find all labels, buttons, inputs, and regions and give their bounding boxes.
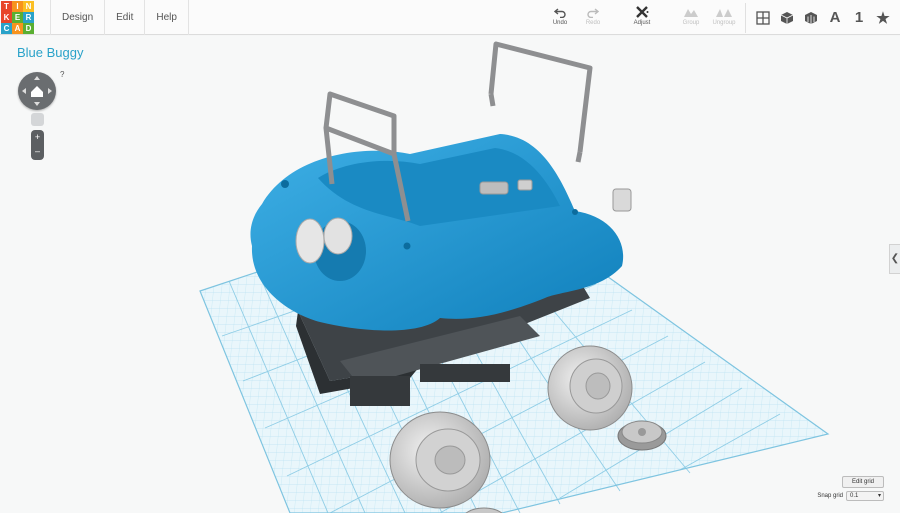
snap-grid-label: Snap grid [817,493,843,499]
letter-shapes-icon[interactable]: A [824,7,846,29]
logo-letter: A [12,23,23,34]
front-wheel[interactable] [389,411,491,509]
grid-view-icon[interactable] [752,7,774,29]
logo-letter: N [23,1,34,12]
main-menu: Design Edit Help [50,0,189,35]
ungroup-label: Ungroup [712,20,736,26]
favorites-star-icon[interactable]: ★ [872,7,894,29]
fit-view-button[interactable] [31,113,44,126]
logo-letter: K [1,12,12,23]
logo-letter: I [12,1,23,12]
top-toolbar: TINKERCAD Design Edit Help Undo Redo Adj… [0,0,900,35]
zoom-in-button[interactable]: + [31,130,44,144]
logo-letter: T [1,1,12,12]
cube-view-icon[interactable] [776,7,798,29]
menu-design[interactable]: Design [50,0,104,35]
adjust-label: Adjust [633,20,651,26]
number-shapes-icon[interactable]: 1 [848,7,870,29]
shapes-panel-toggle[interactable]: ❮ [889,244,900,274]
rear-wheel[interactable] [547,345,633,431]
redo-icon [573,4,613,20]
home-icon [31,86,43,97]
tinkercad-logo[interactable]: TINKERCAD [1,0,34,35]
design-title[interactable]: Blue Buggy [17,45,84,60]
snap-grid-select[interactable]: 0.1 ▾ [846,491,884,501]
logo-letter: C [1,23,12,34]
chevron-down-icon: ▾ [877,493,881,499]
snap-grid-value: 0.1 [850,493,859,499]
logo-letter: D [23,23,34,34]
3d-scene[interactable] [0,36,900,513]
view-orbit-control[interactable] [18,72,56,110]
view-options: A 1 ★ [741,0,894,35]
logo-letter: E [12,12,23,23]
ungroup-icon [704,4,744,20]
snap-grid-control: Snap grid 0.1 ▾ [817,491,884,501]
adjust-button[interactable]: Adjust [622,4,662,26]
navigation-help-icon[interactable]: ? [60,70,64,79]
bricks-view-icon[interactable] [800,7,822,29]
ungroup-button[interactable]: Ungroup [704,4,744,26]
menu-edit[interactable]: Edit [104,0,144,35]
redo-label: Redo [585,20,601,26]
zoom-control: + – [31,130,44,160]
menu-help[interactable]: Help [144,0,189,35]
redo-button[interactable]: Redo [573,4,613,26]
logo-letter: R [23,12,34,23]
divider [745,2,746,33]
workplane-viewport[interactable]: Blue Buggy ? + – ❮ Edit grid Snap grid 0… [0,36,900,513]
zoom-out-button[interactable]: – [31,144,44,158]
edit-grid-button[interactable]: Edit grid [842,476,884,488]
adjust-icon [622,4,662,20]
